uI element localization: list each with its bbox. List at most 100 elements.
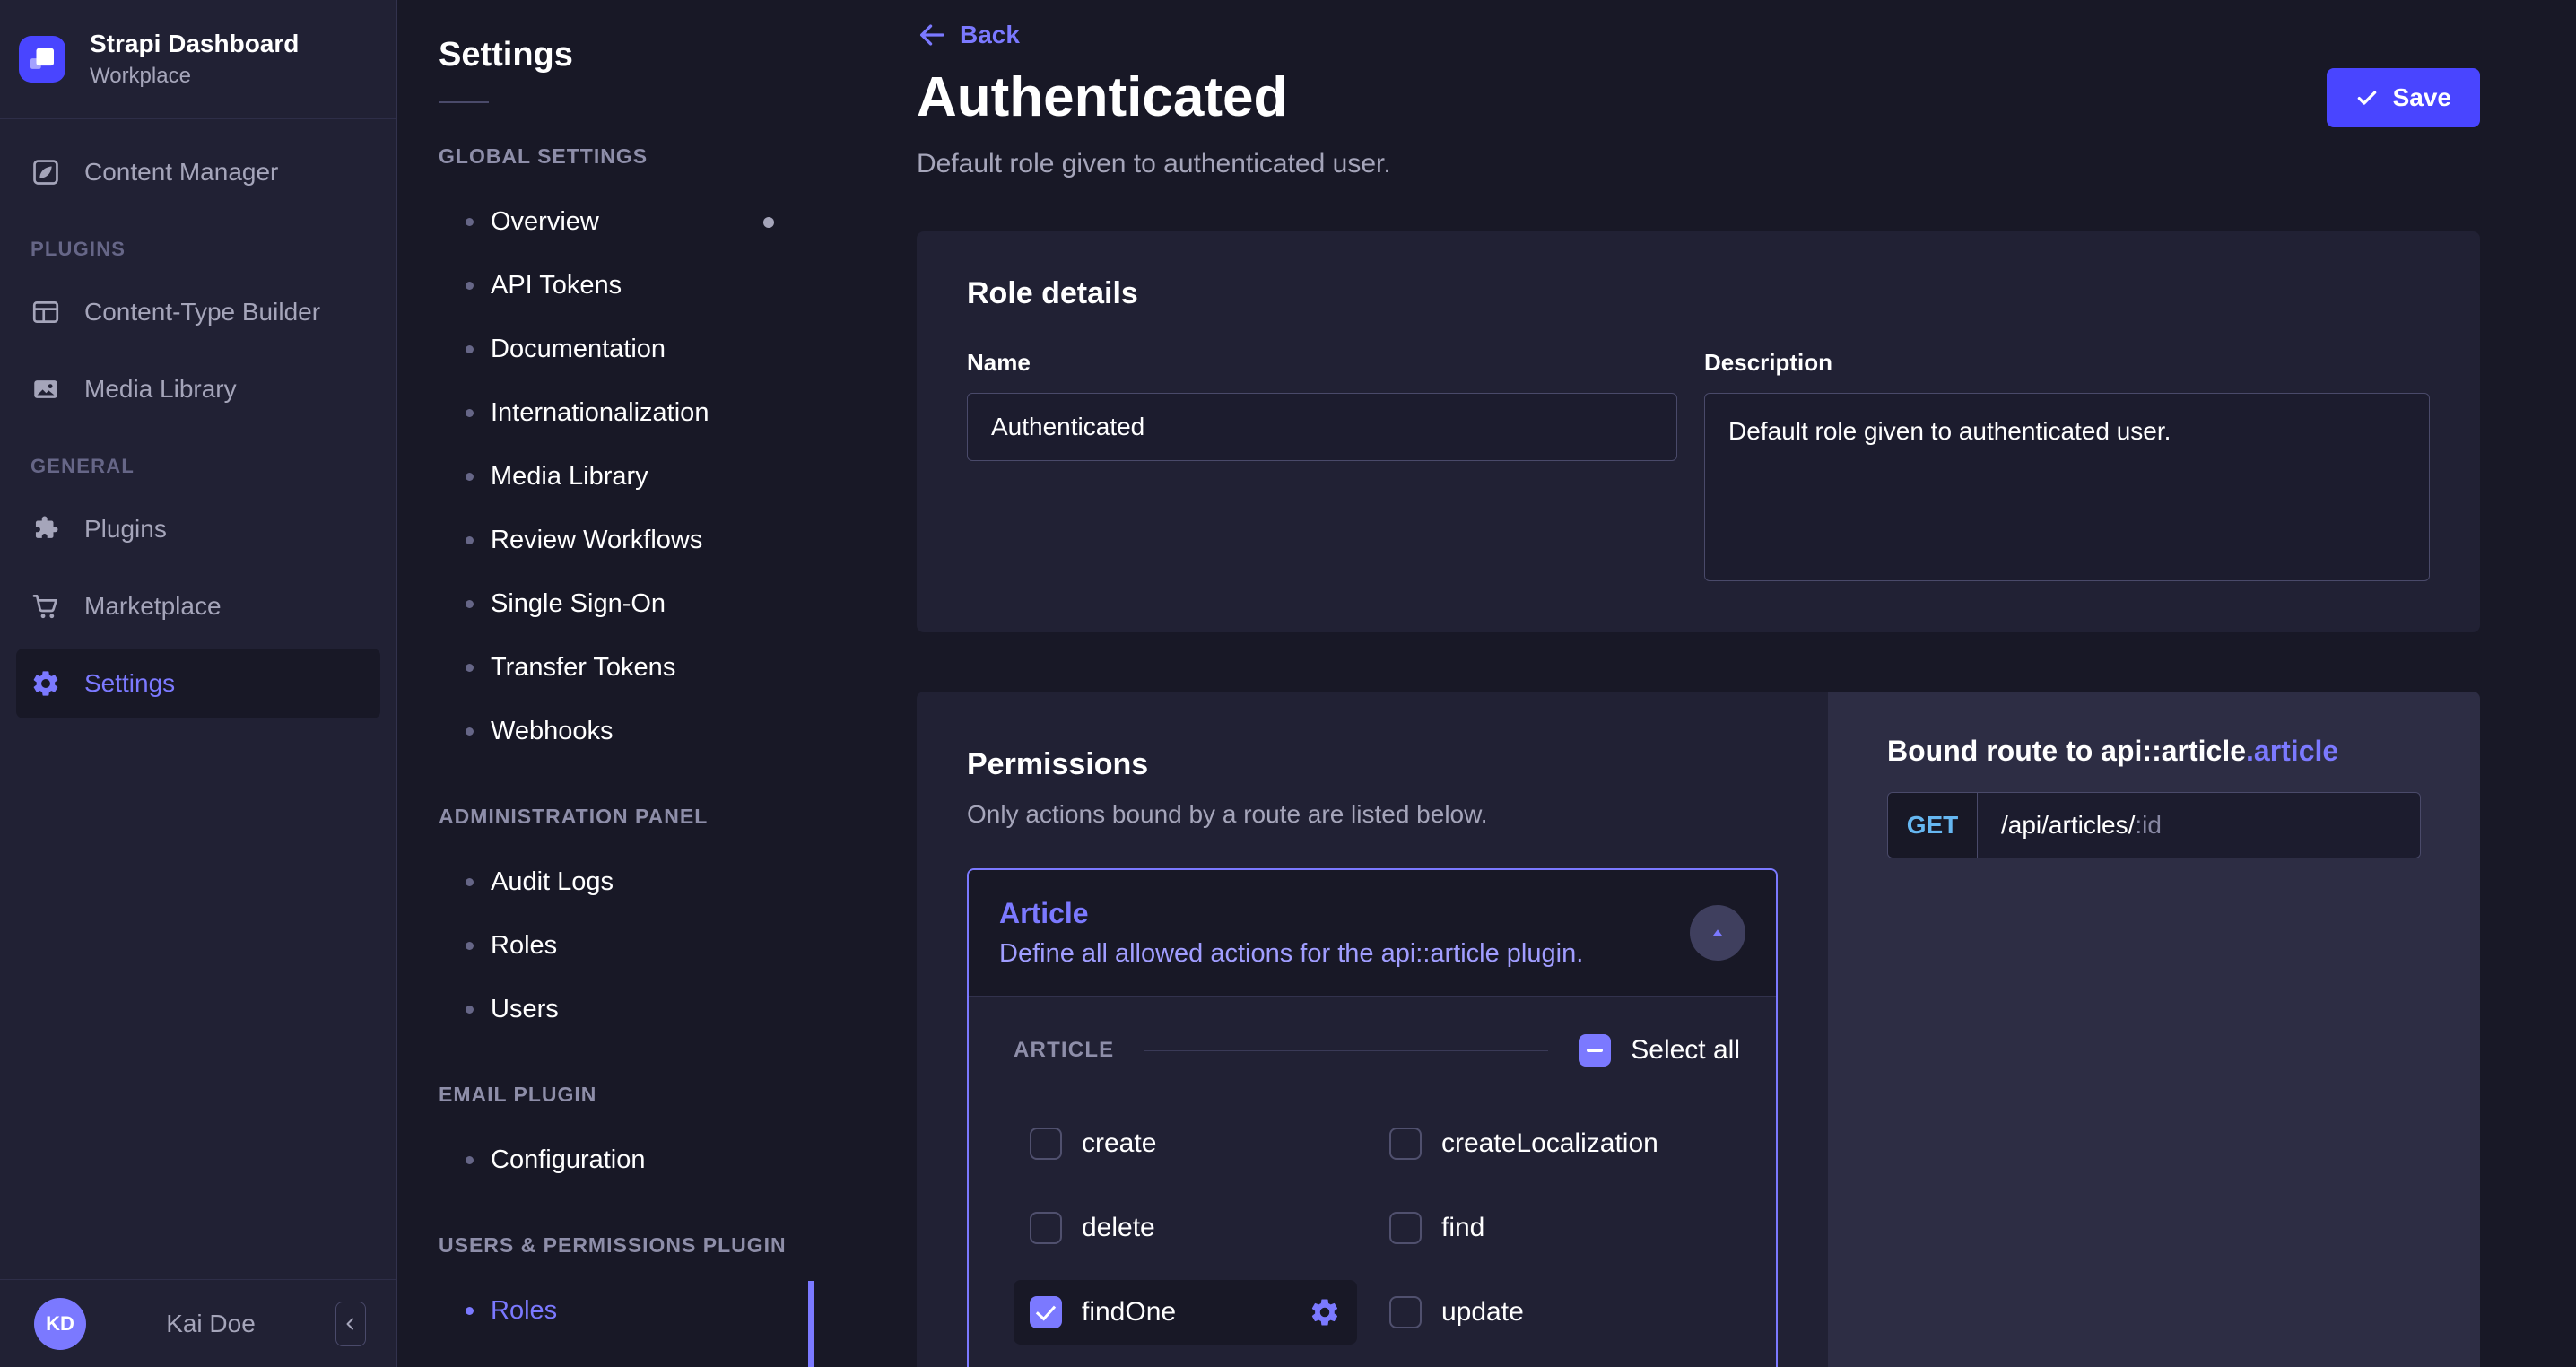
settings-subnav: Settings GLOBAL SETTINGS Overview API To…	[397, 0, 814, 1367]
description-label: Description	[1704, 349, 1833, 376]
findOne-checkbox[interactable]	[1030, 1296, 1062, 1328]
collapse-accordion-button[interactable]	[1690, 905, 1745, 961]
pencil-square-icon	[30, 157, 61, 187]
role-details-title: Role details	[967, 276, 1138, 310]
subnav-divider	[439, 101, 489, 103]
sidebar-item-label: Settings	[84, 669, 176, 697]
subnav-item-configuration[interactable]: Configuration	[397, 1128, 814, 1192]
select-all-label: Select all	[1631, 1035, 1740, 1065]
name-field[interactable]	[967, 393, 1677, 461]
sidebar-item-label: Plugins	[84, 515, 167, 543]
action-delete[interactable]: delete	[1014, 1196, 1357, 1260]
subnav-section-administration-panel: ADMINISTRATION PANEL	[439, 805, 709, 828]
action-createLocalization[interactable]: createLocalization	[1373, 1111, 1717, 1176]
sidebar-item-plugins[interactable]: Plugins	[16, 494, 380, 564]
bound-route-accent: .article	[2246, 735, 2339, 767]
permissions-subtitle: Only actions bound by a route are listed…	[967, 800, 1488, 828]
sidebar-item-content-manager[interactable]: Content Manager	[16, 137, 380, 207]
subnav-item-users[interactable]: Users	[397, 978, 814, 1041]
collapse-sidebar-button[interactable]	[335, 1301, 366, 1346]
gear-icon	[30, 668, 61, 699]
chevron-left-icon	[340, 1313, 361, 1335]
back-link[interactable]: Back	[917, 20, 1020, 50]
route-display: GET /api/articles/:id	[1887, 791, 2421, 858]
workspace-subtitle: Workplace	[90, 63, 191, 88]
user-name: Kai Doe	[166, 1309, 256, 1337]
bound-route-panel: Bound route to api::article.article GET …	[1828, 692, 2480, 1367]
permissions-title: Permissions	[967, 747, 1149, 781]
http-method-badge: GET	[1888, 792, 1978, 858]
article-accordion-header[interactable]: Article Define all allowed actions for t…	[969, 870, 1776, 997]
action-find[interactable]: find	[1373, 1196, 1717, 1260]
chevron-up-icon	[1707, 922, 1728, 944]
createLocalization-checkbox[interactable]	[1389, 1128, 1422, 1160]
subnav-item-internationalization[interactable]: Internationalization	[397, 381, 814, 445]
active-item-indicator	[808, 1281, 814, 1367]
subnav-item-single-sign-on[interactable]: Single Sign-On	[397, 572, 814, 636]
actions-grid: create createLocalization delete find fi…	[1014, 1111, 1740, 1345]
article-accordion: Article Define all allowed actions for t…	[967, 868, 1778, 1367]
sidebar-item-settings[interactable]: Settings	[16, 649, 380, 718]
notification-dot	[763, 216, 774, 228]
subnav-section-global-settings: GLOBAL SETTINGS	[439, 144, 648, 168]
subnav-item-api-tokens[interactable]: API Tokens	[397, 254, 814, 318]
subnav-item-admin-roles[interactable]: Roles	[397, 914, 814, 978]
subnav-section-email-plugin: EMAIL PLUGIN	[439, 1083, 597, 1106]
sidebar-item-label: Media Library	[84, 375, 237, 403]
sidebar-item-label: Content Manager	[84, 158, 279, 186]
subnav-item-audit-logs[interactable]: Audit Logs	[397, 850, 814, 914]
delete-checkbox[interactable]	[1030, 1212, 1062, 1244]
accordion-description: Define all allowed actions for the api::…	[999, 939, 1584, 968]
route-param: :id	[2135, 810, 2162, 839]
main-content: Back Authenticated Save Default role giv…	[814, 0, 2576, 1367]
sidebar-section-general: GENERAL	[30, 455, 135, 477]
subnav-item-review-workflows[interactable]: Review Workflows	[397, 509, 814, 572]
sidebar-item-media-library[interactable]: Media Library	[16, 354, 380, 424]
sidebar-item-label: Marketplace	[84, 592, 222, 620]
page-title: Authenticated	[917, 66, 1288, 128]
subnav-item-overview[interactable]: Overview	[397, 190, 814, 254]
sidebar-item-label: Content-Type Builder	[84, 298, 321, 326]
gear-icon	[1309, 1296, 1341, 1328]
strapi-app: Strapi Dashboard Workplace Content Manag…	[0, 0, 2576, 1367]
article-group-label: ARTICLE	[1014, 1038, 1115, 1062]
subnav-item-documentation[interactable]: Documentation	[397, 318, 814, 381]
image-icon	[30, 374, 61, 405]
article-accordion-body: ARTICLE Select all create createLocaliza…	[969, 997, 1776, 1367]
subnav-item-up-roles[interactable]: Roles	[397, 1279, 814, 1367]
create-checkbox[interactable]	[1030, 1128, 1062, 1160]
page-subtitle: Default role given to authenticated user…	[917, 149, 1391, 178]
back-arrow-icon	[917, 20, 947, 50]
action-create[interactable]: create	[1014, 1111, 1357, 1176]
subnav-item-media-library[interactable]: Media Library	[397, 445, 814, 509]
subnav-item-transfer-tokens[interactable]: Transfer Tokens	[397, 636, 814, 700]
action-update[interactable]: update	[1373, 1280, 1717, 1345]
avatar[interactable]: KD	[34, 1297, 86, 1350]
name-label: Name	[967, 349, 1031, 376]
sidebar-footer: KD Kai Doe	[0, 1279, 396, 1367]
sidebar-section-plugins: PLUGINS	[30, 238, 126, 260]
subnav-title: Settings	[439, 36, 573, 74]
subnav-item-webhooks[interactable]: Webhooks	[397, 700, 814, 763]
save-button[interactable]: Save	[2326, 68, 2480, 127]
role-details-card: Role details Name Description Default ro…	[917, 231, 2480, 632]
cart-icon	[30, 591, 61, 622]
update-checkbox[interactable]	[1389, 1296, 1422, 1328]
workspace-header: Strapi Dashboard Workplace	[0, 0, 396, 119]
action-findOne[interactable]: findOne	[1014, 1280, 1357, 1345]
route-path: /api/articles/:id	[1978, 792, 2420, 858]
sidebar-item-content-type-builder[interactable]: Content-Type Builder	[16, 277, 380, 347]
find-checkbox[interactable]	[1389, 1212, 1422, 1244]
bound-route-title: Bound route to api::article.article	[1887, 735, 2339, 767]
main-sidebar: Strapi Dashboard Workplace Content Manag…	[0, 0, 397, 1367]
findOne-settings-button[interactable]	[1309, 1296, 1341, 1328]
subnav-section-users-permissions-plugin: USERS & PERMISSIONS PLUGIN	[439, 1233, 787, 1257]
sidebar-item-marketplace[interactable]: Marketplace	[16, 571, 380, 641]
select-all-checkbox[interactable]	[1579, 1034, 1612, 1067]
description-field[interactable]: Default role given to authenticated user…	[1704, 393, 2430, 581]
group-divider	[1144, 1049, 1549, 1051]
accordion-title: Article	[999, 897, 1089, 929]
main-nav: Content Manager PLUGINS Content-Type Bui…	[0, 119, 396, 1279]
permissions-card: Permissions Only actions bound by a rout…	[917, 692, 1828, 1367]
layout-icon	[30, 297, 61, 327]
